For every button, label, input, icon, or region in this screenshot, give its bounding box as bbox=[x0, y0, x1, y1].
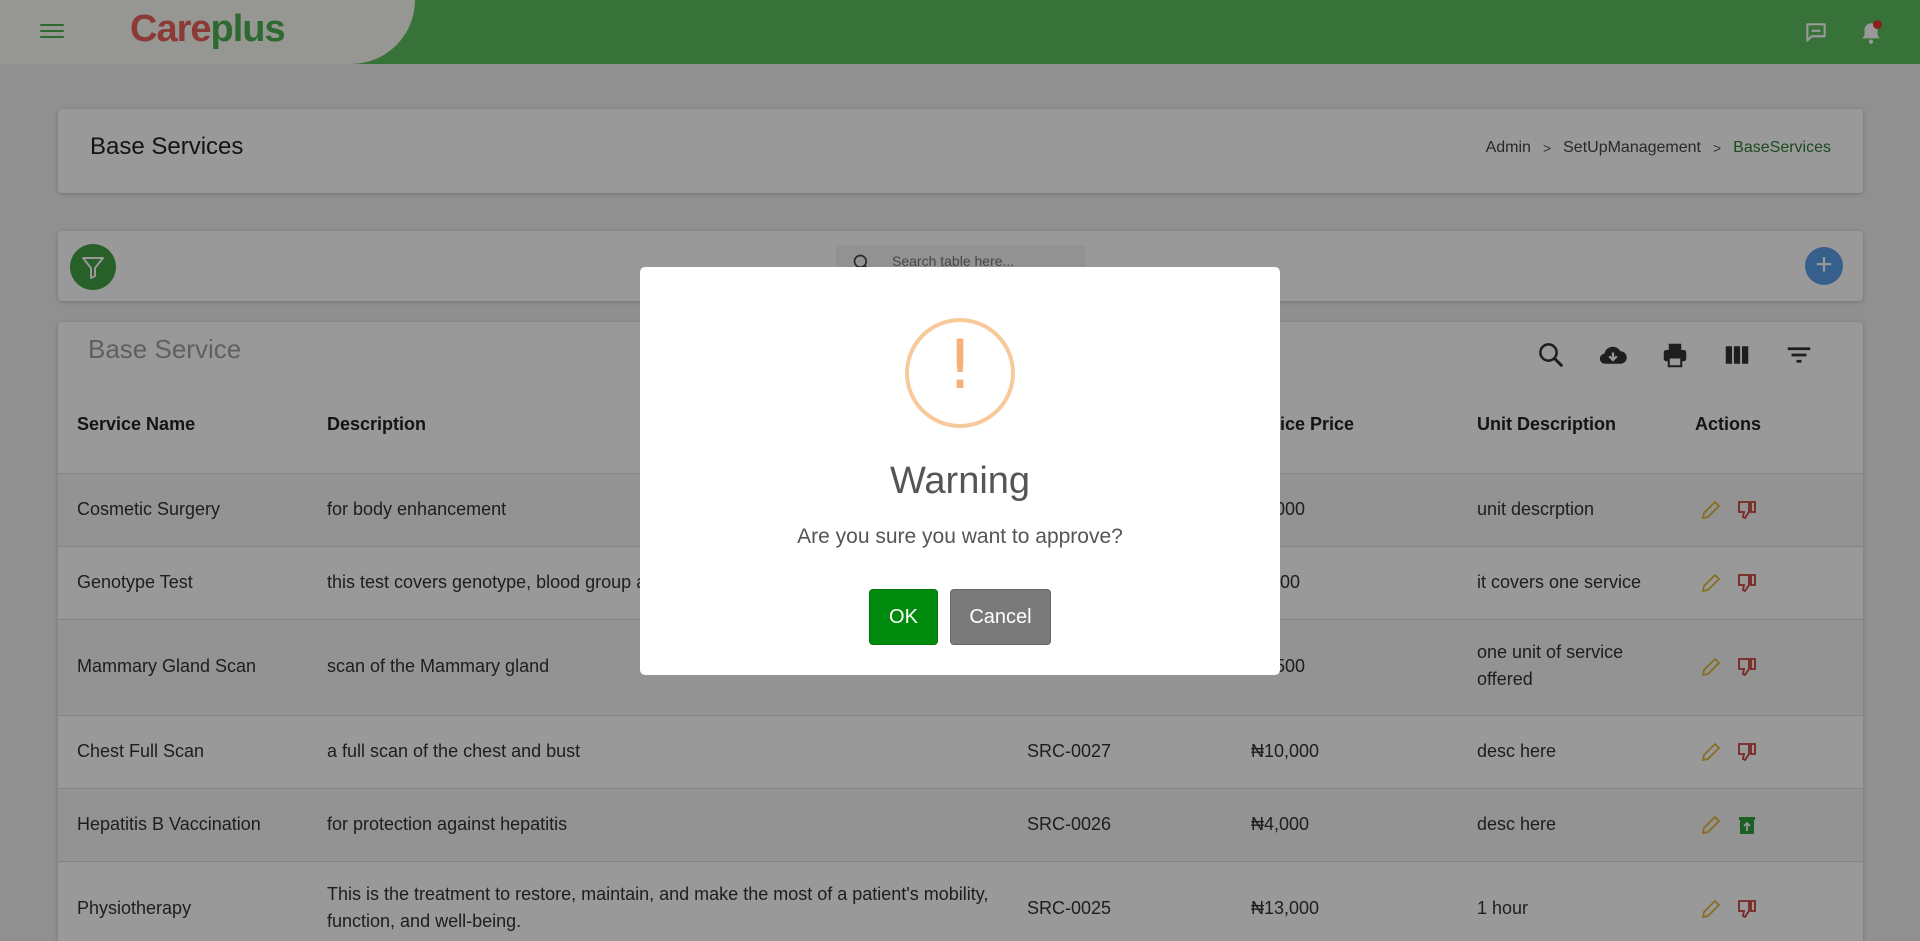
dialog-title: Warning bbox=[889, 460, 1031, 502]
warning-icon: ! bbox=[905, 318, 1015, 428]
dialog-message: Are you sure you want to approve? bbox=[797, 525, 1123, 548]
ok-button[interactable]: OK bbox=[869, 589, 938, 645]
cancel-button[interactable]: Cancel bbox=[950, 589, 1051, 645]
warning-dialog: ! Warning Are you sure you want to appro… bbox=[640, 267, 1280, 675]
